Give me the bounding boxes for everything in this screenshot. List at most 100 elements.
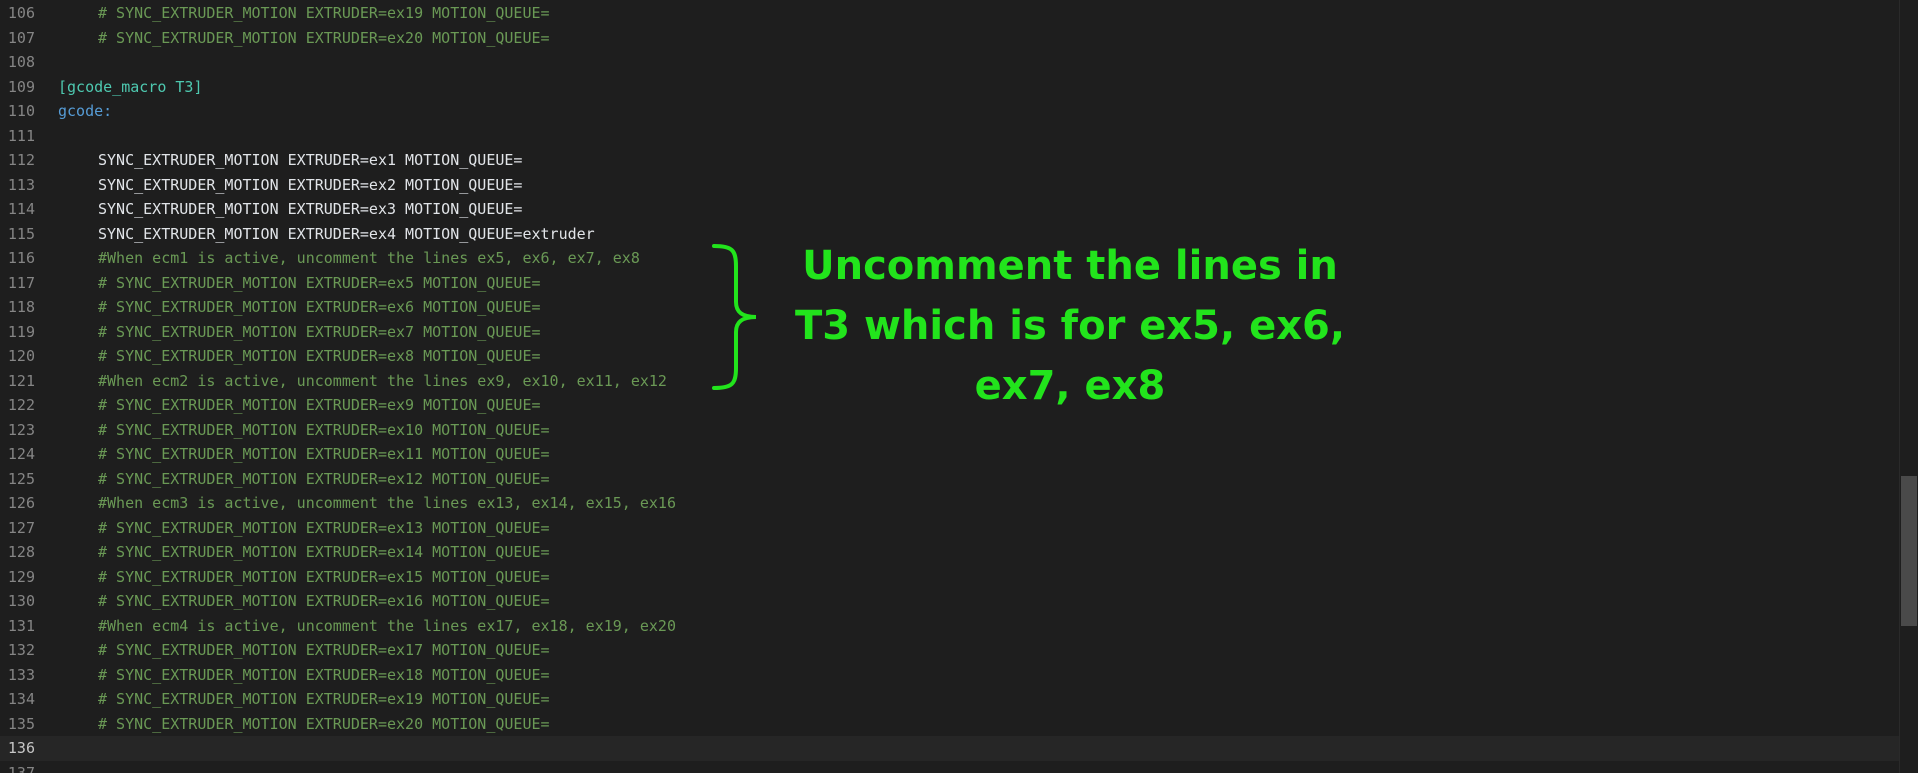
code-token: # SYNC_EXTRUDER_MOTION EXTRUDER=ex15 MOT… [98, 567, 550, 586]
line-number: 120 [7, 347, 35, 365]
line-number: 130 [7, 592, 35, 610]
line-text: # SYNC_EXTRUDER_MOTION EXTRUDER=ex15 MOT… [58, 565, 550, 590]
line-text: SYNC_EXTRUDER_MOTION EXTRUDER=ex3 MOTION… [58, 197, 522, 222]
code-line[interactable]: 131 #When ecm4 is active, uncomment the l… [0, 614, 1900, 639]
code-token: # SYNC_EXTRUDER_MOTION EXTRUDER=ex14 MOT… [98, 543, 550, 561]
code-line[interactable]: 123 # SYNC_EXTRUDER_MOTION EXTRUDER=ex10 … [0, 418, 1900, 443]
line-number: 125 [7, 469, 35, 488]
code-line[interactable]: 125 # SYNC_EXTRUDER_MOTION EXTRUDER=ex12 … [0, 467, 1900, 492]
line-text: #When ecm2 is active, uncomment the line… [58, 369, 667, 394]
line-number: 113 [7, 175, 35, 194]
line-text: # SYNC_EXTRUDER_MOTION EXTRUDER=ex5 MOTI… [58, 271, 541, 296]
line-text: SYNC_EXTRUDER_MOTION EXTRUDER=ex4 MOTION… [58, 222, 595, 247]
code-line[interactable]: 114 SYNC_EXTRUDER_MOTION EXTRUDER=ex3 MOT… [0, 197, 1900, 222]
annotation-line: T3 which is for ex5, ex6, [794, 303, 1346, 349]
line-number: 131 [7, 616, 35, 635]
code-token: # SYNC_EXTRUDER_MOTION EXTRUDER=ex10 MOT… [98, 420, 550, 439]
line-text: # SYNC_EXTRUDER_MOTION EXTRUDER=ex8 MOTI… [58, 344, 541, 369]
line-text: SYNC_EXTRUDER_MOTION EXTRUDER=ex1 MOTION… [58, 148, 522, 173]
code-token: # SYNC_EXTRUDER_MOTION EXTRUDER=ex18 MOT… [98, 665, 550, 684]
code-line[interactable]: 110 gcode: [0, 99, 1900, 124]
code-token: SYNC_EXTRUDER_MOTION EXTRUDER=ex2 MOTION… [98, 175, 523, 194]
code-token: # SYNC_EXTRUDER_MOTION EXTRUDER=ex19 MOT… [98, 4, 550, 22]
code-line[interactable]: 106 # SYNC_EXTRUDER_MOTION EXTRUDER=ex19 … [0, 1, 1900, 26]
annotation-line: ex7, ex8 [974, 363, 1166, 409]
code-line[interactable]: 134 # SYNC_EXTRUDER_MOTION EXTRUDER=ex19 … [0, 687, 1900, 712]
annotation-line: Uncomment the lines in [802, 243, 1338, 289]
line-number: 127 [7, 518, 35, 537]
code-token: # SYNC_EXTRUDER_MOTION EXTRUDER=ex13 MOT… [98, 518, 550, 537]
line-number: 118 [7, 298, 35, 316]
line-text: # SYNC_EXTRUDER_MOTION EXTRUDER=ex20 MOT… [58, 26, 550, 51]
code-token: #When ecm4 is active, uncomment the line… [98, 616, 676, 635]
code-token: SYNC_EXTRUDER_MOTION EXTRUDER=ex4 MOTION… [98, 224, 595, 243]
code-token: # SYNC_EXTRUDER_MOTION EXTRUDER=ex9 MOTI… [98, 396, 541, 414]
line-number: 110 [7, 102, 35, 120]
line-number: 137 [7, 763, 35, 773]
code-line[interactable]: 130 # SYNC_EXTRUDER_MOTION EXTRUDER=ex16 … [0, 589, 1900, 614]
line-number: 122 [7, 396, 35, 414]
curly-brace-annotation-icon [712, 244, 757, 390]
code-line[interactable]: 124 # SYNC_EXTRUDER_MOTION EXTRUDER=ex11 … [0, 442, 1900, 467]
code-line[interactable]: 113 SYNC_EXTRUDER_MOTION EXTRUDER=ex2 MOT… [0, 173, 1900, 198]
line-number: 107 [7, 28, 35, 47]
line-text: # SYNC_EXTRUDER_MOTION EXTRUDER=ex10 MOT… [58, 418, 550, 443]
line-number: 128 [7, 543, 35, 561]
line-text: # SYNC_EXTRUDER_MOTION EXTRUDER=ex18 MOT… [58, 663, 550, 688]
code-token: gcode_macro T3 [67, 77, 194, 96]
line-number: 135 [7, 714, 35, 733]
line-number: 124 [7, 445, 35, 463]
code-line[interactable]: 137 [0, 761, 1900, 773]
line-number: 115 [7, 224, 35, 243]
line-text: # SYNC_EXTRUDER_MOTION EXTRUDER=ex12 MOT… [58, 467, 550, 492]
code-token: ] [193, 77, 203, 96]
line-number: 117 [7, 273, 35, 292]
code-line[interactable]: 132 # SYNC_EXTRUDER_MOTION EXTRUDER=ex17 … [0, 638, 1900, 663]
line-text: # SYNC_EXTRUDER_MOTION EXTRUDER=ex19 MOT… [58, 687, 550, 712]
code-token: # SYNC_EXTRUDER_MOTION EXTRUDER=ex20 MOT… [98, 714, 550, 733]
line-number: 112 [7, 151, 35, 169]
code-token: #When ecm2 is active, uncomment the line… [98, 371, 667, 390]
code-token: # SYNC_EXTRUDER_MOTION EXTRUDER=ex19 MOT… [98, 690, 550, 708]
line-number: 106 [7, 4, 35, 22]
line-number: 116 [7, 249, 35, 267]
code-line[interactable]: 127 # SYNC_EXTRUDER_MOTION EXTRUDER=ex13 … [0, 516, 1900, 541]
line-text: # SYNC_EXTRUDER_MOTION EXTRUDER=ex7 MOTI… [58, 320, 541, 345]
line-text: # SYNC_EXTRUDER_MOTION EXTRUDER=ex11 MOT… [58, 442, 550, 467]
code-token: #When ecm1 is active, uncomment the line… [98, 249, 640, 267]
annotation-callout: Uncomment the lines in T3 which is for e… [780, 236, 1360, 416]
code-line[interactable]: 128 # SYNC_EXTRUDER_MOTION EXTRUDER=ex14 … [0, 540, 1900, 565]
line-number: 119 [7, 322, 35, 341]
code-line[interactable]: 126 #When ecm3 is active, uncomment the l… [0, 491, 1900, 516]
line-number: 133 [7, 665, 35, 684]
line-text: # SYNC_EXTRUDER_MOTION EXTRUDER=ex16 MOT… [58, 589, 550, 614]
code-token: # SYNC_EXTRUDER_MOTION EXTRUDER=ex20 MOT… [98, 28, 550, 47]
code-token: # SYNC_EXTRUDER_MOTION EXTRUDER=ex16 MOT… [98, 592, 550, 610]
line-text: [gcode_macro T3] [58, 75, 203, 100]
code-line[interactable]: 107 # SYNC_EXTRUDER_MOTION EXTRUDER=ex20 … [0, 26, 1900, 51]
line-number: 136 [7, 739, 35, 757]
code-line[interactable]: 108 [0, 50, 1900, 75]
code-line[interactable]: 135 # SYNC_EXTRUDER_MOTION EXTRUDER=ex20 … [0, 712, 1900, 737]
code-token: SYNC_EXTRUDER_MOTION EXTRUDER=ex1 MOTION… [98, 151, 523, 169]
line-text: # SYNC_EXTRUDER_MOTION EXTRUDER=ex6 MOTI… [58, 295, 541, 320]
code-token: gcode: [58, 102, 113, 120]
code-token: # SYNC_EXTRUDER_MOTION EXTRUDER=ex5 MOTI… [98, 273, 541, 292]
line-number: 123 [7, 420, 35, 439]
code-line[interactable]: 111 [0, 124, 1900, 149]
code-line[interactable]: 129 # SYNC_EXTRUDER_MOTION EXTRUDER=ex15 … [0, 565, 1900, 590]
code-token: # SYNC_EXTRUDER_MOTION EXTRUDER=ex17 MOT… [98, 641, 550, 659]
line-text: # SYNC_EXTRUDER_MOTION EXTRUDER=ex9 MOTI… [58, 393, 541, 418]
vertical-scrollbar-thumb[interactable] [1901, 476, 1917, 626]
line-number: 109 [7, 77, 35, 96]
line-text: #When ecm1 is active, uncomment the line… [58, 246, 640, 271]
line-number: 121 [7, 371, 35, 390]
vertical-scrollbar-track[interactable] [1899, 0, 1918, 773]
code-line[interactable]: 112 SYNC_EXTRUDER_MOTION EXTRUDER=ex1 MOT… [0, 148, 1900, 173]
code-line[interactable]: 133 # SYNC_EXTRUDER_MOTION EXTRUDER=ex18 … [0, 663, 1900, 688]
code-token: SYNC_EXTRUDER_MOTION EXTRUDER=ex3 MOTION… [98, 200, 523, 218]
line-text: SYNC_EXTRUDER_MOTION EXTRUDER=ex2 MOTION… [58, 173, 522, 198]
code-line[interactable]: 136 [0, 736, 1900, 761]
code-line[interactable]: 109 [gcode_macro T3] [0, 75, 1900, 100]
line-text: #When ecm3 is active, uncomment the line… [58, 491, 676, 516]
